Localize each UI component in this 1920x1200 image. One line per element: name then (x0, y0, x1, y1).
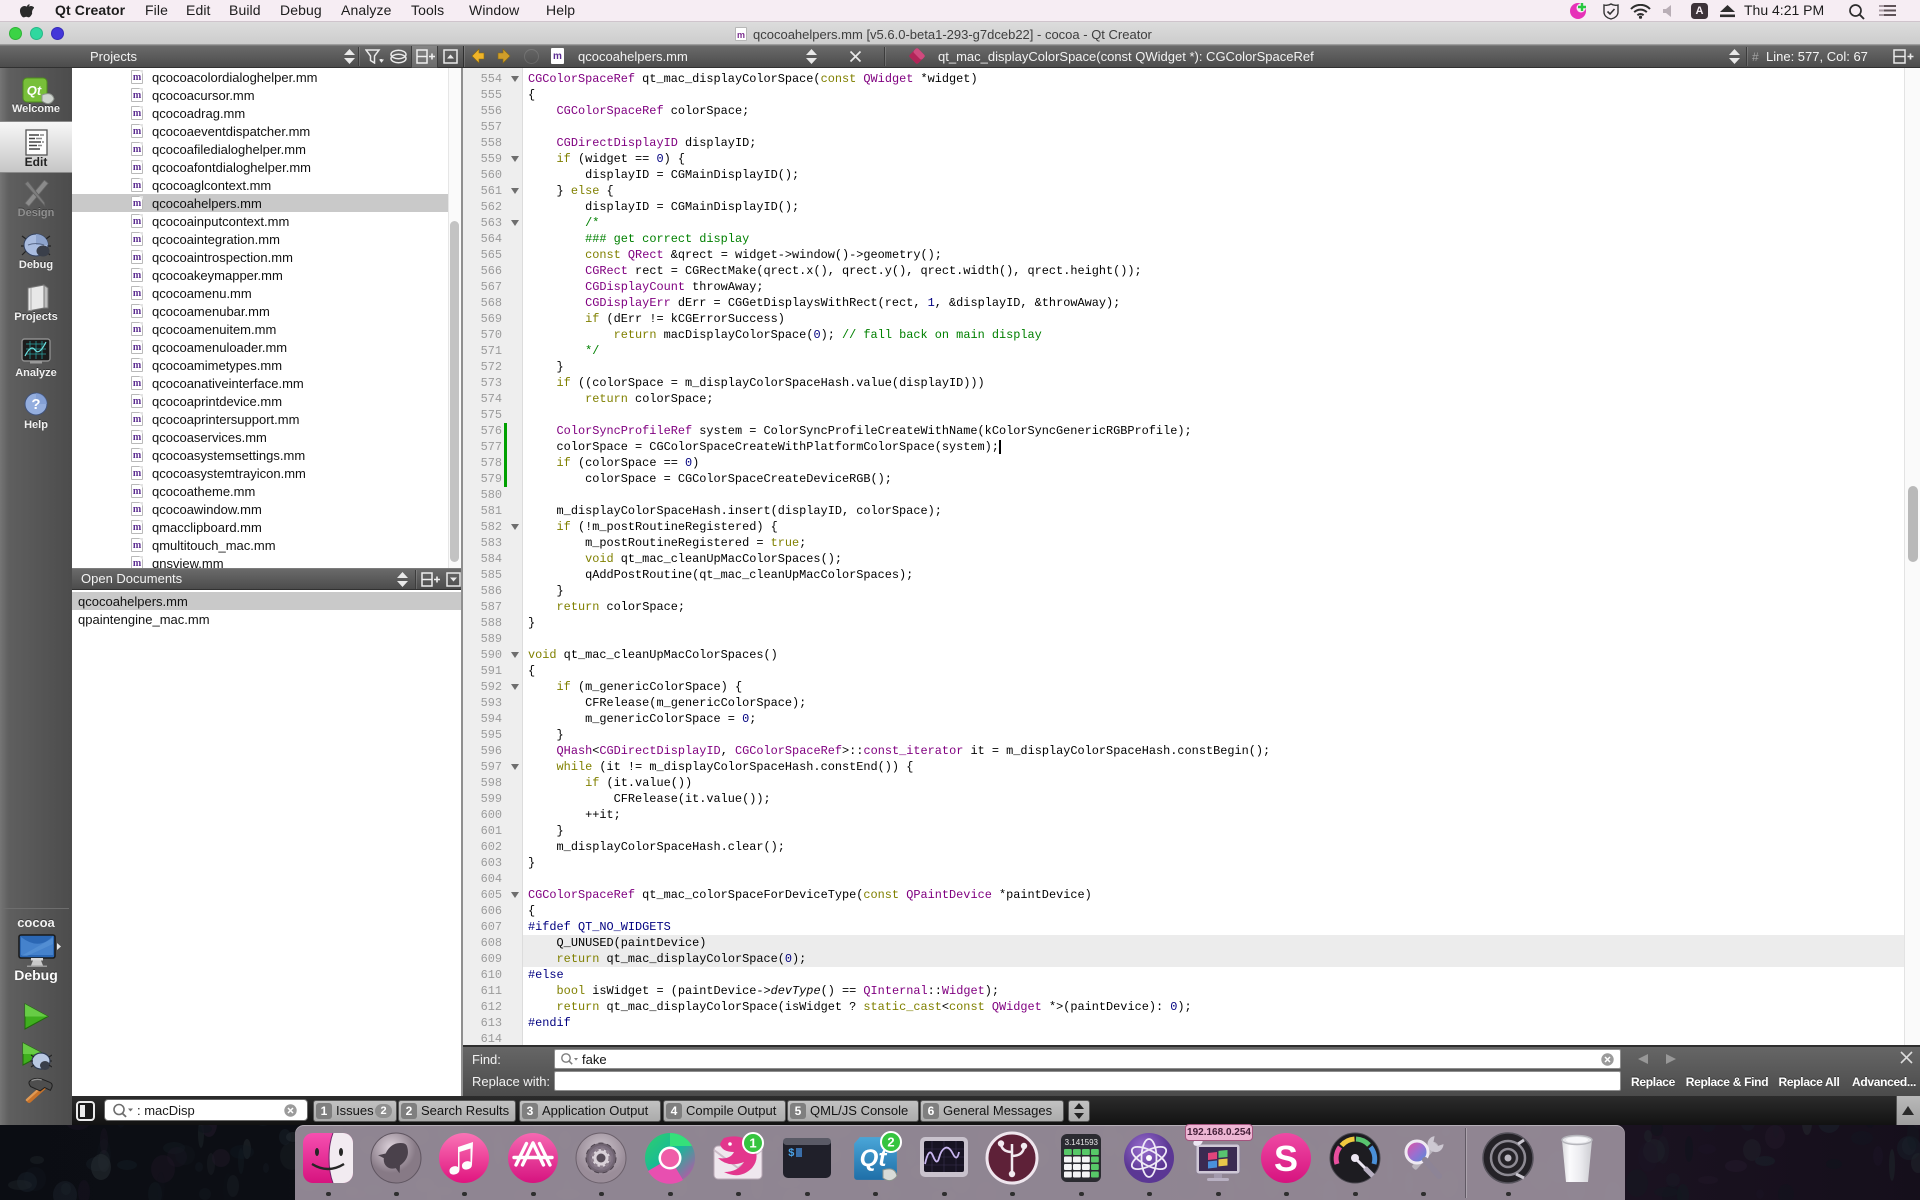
svg-text:3.141593: 3.141593 (1065, 1138, 1099, 1147)
svg-text:?: ? (31, 396, 40, 413)
svg-text:Qt: Qt (27, 83, 42, 98)
svg-text:S: S (1274, 1138, 1298, 1179)
svg-text:2: 2 (887, 1135, 894, 1150)
svg-text:1: 1 (749, 1136, 756, 1151)
svg-text:$: $ (788, 1148, 795, 1160)
